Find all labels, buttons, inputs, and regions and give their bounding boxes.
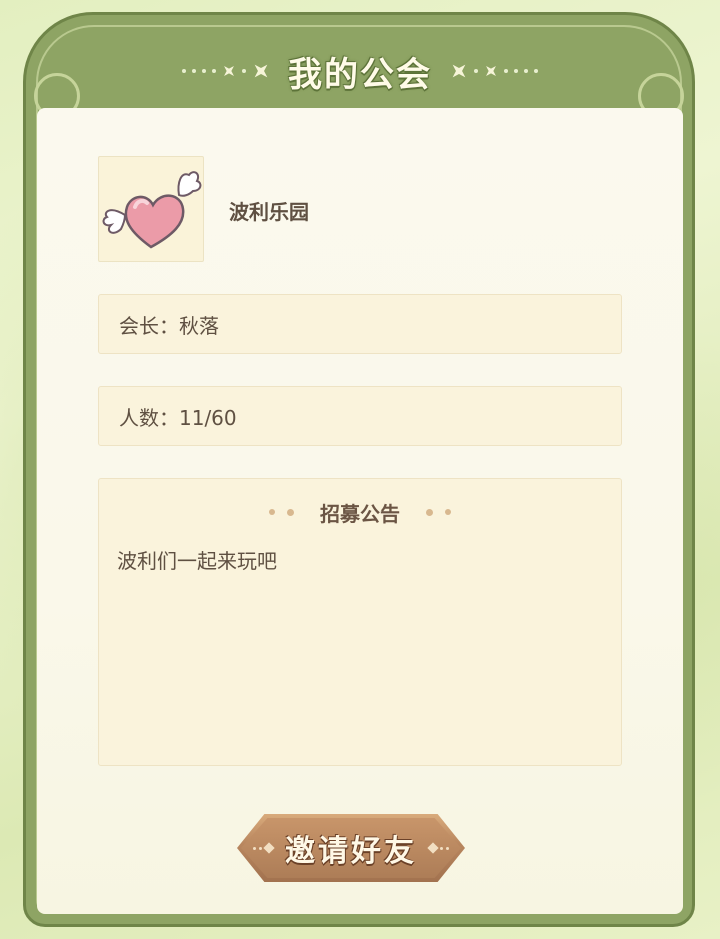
members-field: 人数：11/60 [98, 386, 622, 446]
notice-dot [445, 509, 451, 515]
notice-dot [287, 508, 294, 516]
leader-label: 会长：秋落 [119, 313, 219, 338]
notice-title: 招募公告 [320, 501, 400, 526]
guild-avatar [98, 156, 204, 262]
page-title: 我的公会 [288, 54, 432, 95]
panel-header: 我的公会 [0, 44, 720, 98]
invite-button-label: 邀请好友 [285, 834, 417, 869]
members-label: 人数：11/60 [119, 405, 237, 430]
recruit-notice: 招募公告 波利们一起来玩吧 [98, 478, 622, 766]
leader-field: 会长：秋落 [98, 294, 622, 354]
notice-dot [269, 509, 275, 515]
title-ornament-left [182, 62, 270, 80]
notice-header: 招募公告 [99, 497, 621, 527]
winged-heart-icon [102, 171, 202, 249]
title-ornament-right [450, 62, 538, 80]
button-ornament-right [419, 842, 449, 854]
notice-text: 波利们一起来玩吧 [117, 549, 277, 573]
notice-dot [426, 508, 433, 516]
guild-name: 波利乐园 [229, 200, 309, 224]
button-ornament-left [253, 842, 283, 854]
invite-friends-button[interactable]: 邀请好友 [234, 811, 468, 885]
